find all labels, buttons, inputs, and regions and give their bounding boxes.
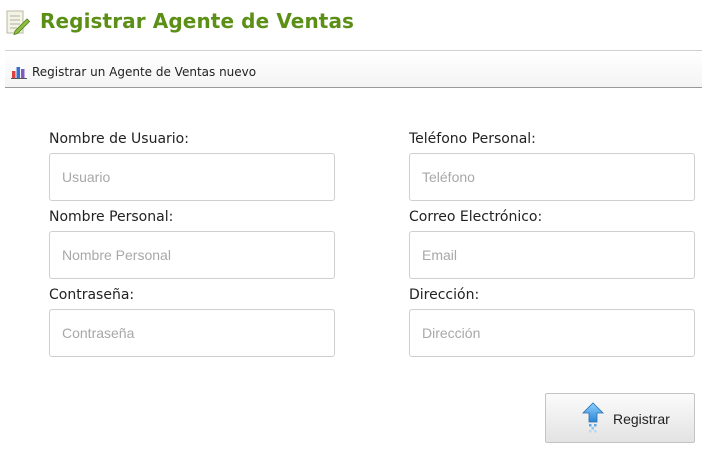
toolbar-label[interactable]: Registrar un Agente de Ventas nuevo <box>32 65 256 79</box>
phone-label: Teléfono Personal: <box>409 131 536 147</box>
bar-chart-icon <box>11 67 27 79</box>
address-input[interactable] <box>409 309 695 357</box>
toolbar-divider <box>5 87 702 88</box>
page-title: Registrar Agente de Ventas <box>40 9 355 33</box>
username-label: Nombre de Usuario: <box>49 131 189 147</box>
email-label: Correo Electrónico: <box>409 209 543 225</box>
notepad-pencil-icon <box>6 10 31 36</box>
register-button[interactable]: Registrar <box>545 393 695 443</box>
phone-input[interactable] <box>409 153 695 201</box>
password-label: Contraseña: <box>49 287 135 303</box>
username-input[interactable] <box>49 153 335 201</box>
register-button-label: Registrar <box>613 411 670 427</box>
personal-name-label: Nombre Personal: <box>49 209 174 225</box>
upload-arrow-icon <box>582 402 604 433</box>
page-header: Registrar Agente de Ventas <box>0 0 702 46</box>
personal-name-input[interactable] <box>49 231 335 279</box>
address-label: Dirección: <box>409 287 480 303</box>
toolbar: Registrar un Agente de Ventas nuevo <box>5 51 702 87</box>
password-input[interactable] <box>49 309 335 357</box>
email-input[interactable] <box>409 231 695 279</box>
